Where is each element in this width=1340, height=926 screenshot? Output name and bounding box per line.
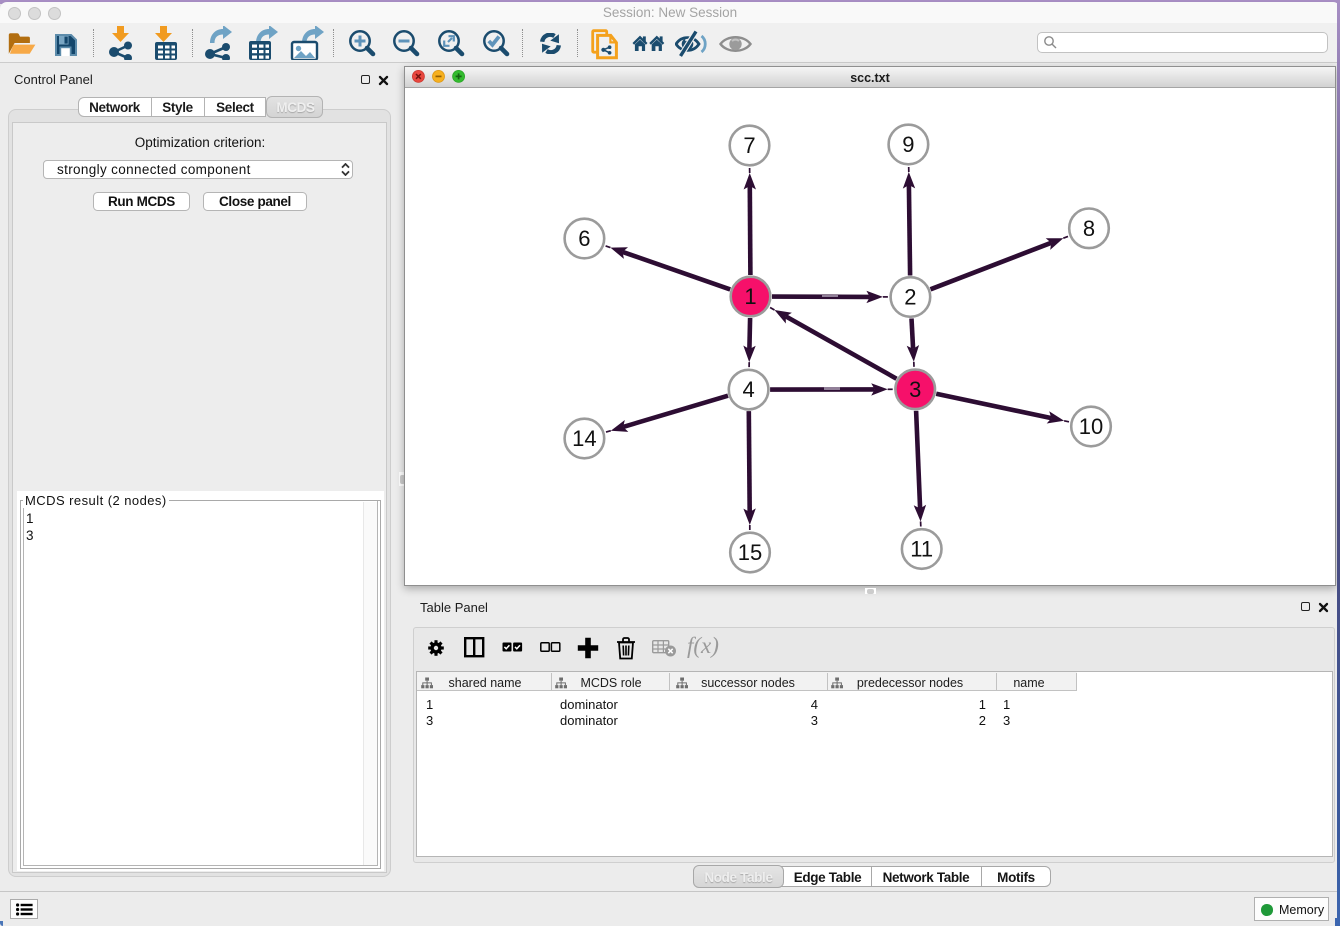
svg-text:11: 11 xyxy=(910,537,933,562)
svg-text:10: 10 xyxy=(1079,414,1103,439)
svg-text:3: 3 xyxy=(909,377,921,402)
svg-text:1: 1 xyxy=(744,284,756,309)
svg-text:4: 4 xyxy=(742,377,754,402)
svg-text:14: 14 xyxy=(572,426,596,451)
svg-text:7: 7 xyxy=(743,133,755,158)
svg-text:15: 15 xyxy=(738,540,762,565)
svg-text:6: 6 xyxy=(578,226,590,251)
svg-text:9: 9 xyxy=(902,132,914,157)
svg-text:8: 8 xyxy=(1083,216,1095,241)
svg-text:2: 2 xyxy=(904,285,916,310)
